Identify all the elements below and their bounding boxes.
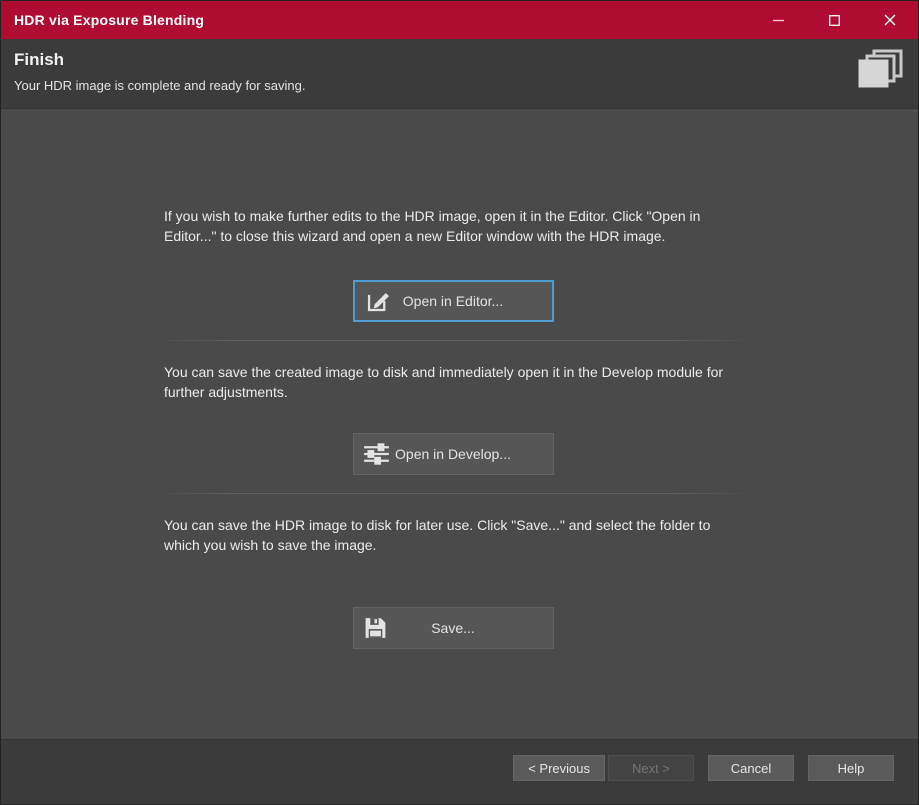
wizard-content: If you wish to make further edits to the… xyxy=(1,109,918,739)
close-button[interactable] xyxy=(862,1,918,39)
open-in-editor-button[interactable]: Open in Editor... xyxy=(353,280,554,322)
window-title: HDR via Exposure Blending xyxy=(1,12,204,28)
next-button[interactable]: Next > xyxy=(608,755,694,781)
wizard-footer: < Previous Next > Cancel Help xyxy=(1,739,918,804)
open-in-editor-label: Open in Editor... xyxy=(403,293,503,309)
editor-instructions: If you wish to make further edits to the… xyxy=(164,206,736,246)
page-subtitle: Your HDR image is complete and ready for… xyxy=(14,78,902,93)
save-floppy-icon xyxy=(363,616,388,641)
develop-sliders-icon xyxy=(363,441,390,468)
help-button[interactable]: Help xyxy=(808,755,894,781)
section-open-in-develop: You can save the created image to disk a… xyxy=(164,362,736,515)
previous-button[interactable]: < Previous xyxy=(513,755,605,781)
edit-pencil-icon xyxy=(364,288,391,315)
open-in-develop-label: Open in Develop... xyxy=(395,446,511,462)
save-instructions: You can save the HDR image to disk for l… xyxy=(164,515,736,555)
save-button[interactable]: Save... xyxy=(353,607,554,649)
section-open-in-editor: If you wish to make further edits to the… xyxy=(164,206,736,362)
titlebar[interactable]: HDR via Exposure Blending xyxy=(1,1,918,39)
minimize-icon xyxy=(773,15,784,26)
maximize-icon xyxy=(829,15,840,26)
cancel-button[interactable]: Cancel xyxy=(708,755,794,781)
maximize-button[interactable] xyxy=(806,1,862,39)
section-save: You can save the HDR image to disk for l… xyxy=(164,515,736,649)
wizard-header: Finish Your HDR image is complete and re… xyxy=(1,39,918,109)
save-label: Save... xyxy=(431,620,475,636)
open-in-develop-button[interactable]: Open in Develop... xyxy=(353,433,554,475)
stacked-photos-icon xyxy=(858,49,904,96)
page-title: Finish xyxy=(14,50,902,70)
window-controls xyxy=(750,1,918,39)
minimize-button[interactable] xyxy=(750,1,806,39)
develop-instructions: You can save the created image to disk a… xyxy=(164,362,736,402)
hdr-wizard-window: HDR via Exposure Blending Finish Your HD… xyxy=(0,0,919,805)
close-icon xyxy=(884,14,896,26)
